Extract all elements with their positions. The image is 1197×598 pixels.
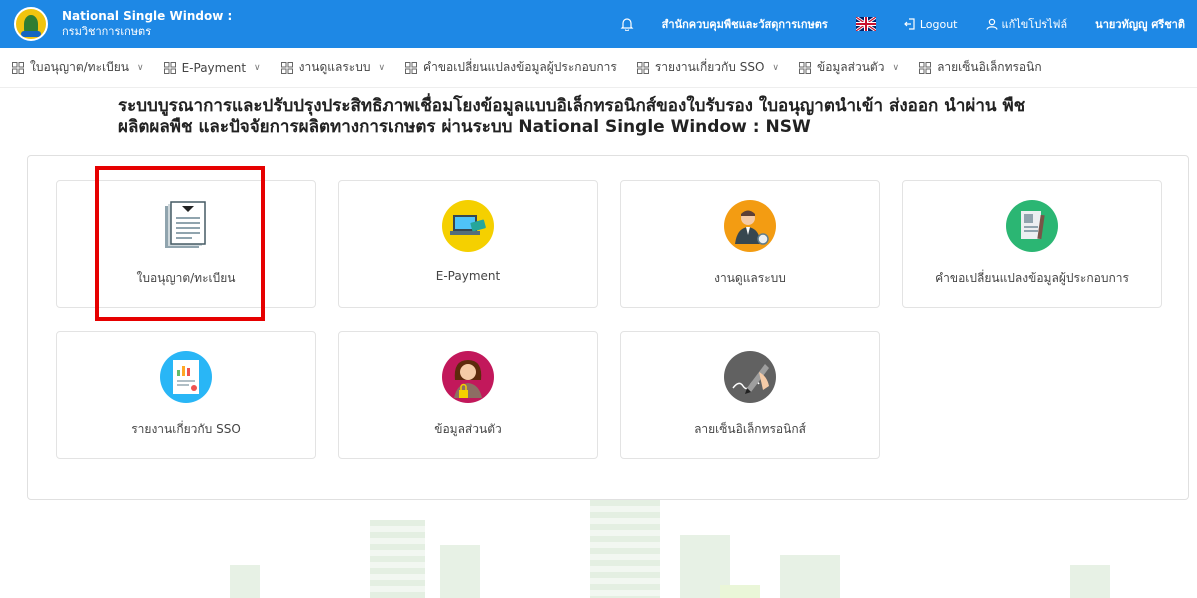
e-signature-icon bbox=[723, 350, 777, 404]
tile-label: คำขอเปลี่ยนแปลงข้อมูลผู้ประกอบการ bbox=[935, 271, 1129, 285]
menu-item-change-request[interactable]: คำขอเปลี่ยนแปลงข้อมูลผู้ประกอบการ bbox=[405, 58, 617, 77]
grid-icon bbox=[163, 61, 176, 74]
department-logo-icon bbox=[14, 7, 48, 41]
edit-profile-label: แก้ไขโปรไฟล์ bbox=[1001, 18, 1068, 31]
personal-info-icon bbox=[441, 350, 495, 404]
background-skyline-decoration bbox=[0, 495, 1197, 598]
tile-sso-report[interactable]: รายงานเกี่ยวกับ SSO bbox=[56, 331, 316, 459]
logout-link[interactable]: Logout bbox=[903, 17, 958, 31]
grid-icon bbox=[405, 61, 418, 74]
highlight-box bbox=[95, 166, 265, 321]
logout-label: Logout bbox=[919, 17, 958, 31]
epayment-laptop-icon bbox=[441, 199, 495, 253]
menu-label: E-Payment bbox=[181, 60, 247, 75]
top-header-bar: National Single Window : กรมวิชาการเกษตร… bbox=[0, 0, 1197, 48]
menu-label: ลายเซ็นอิเล็กทรอนิก bbox=[937, 60, 1042, 74]
report-chart-icon bbox=[159, 350, 213, 404]
grid-icon bbox=[12, 61, 24, 74]
tile-label: E-Payment bbox=[435, 269, 501, 283]
header-actions: สำนักควบคุมพืชและวัสดุการเกษตร Logout แก… bbox=[592, 0, 1197, 48]
bell-icon[interactable] bbox=[620, 17, 634, 32]
menu-item-e-signature[interactable]: ลายเซ็นอิเล็กทรอนิก bbox=[919, 58, 1042, 77]
menu-item-personal-info[interactable]: ข้อมูลส่วนตัว ∨ bbox=[798, 58, 900, 77]
chevron-down-icon: ∨ bbox=[892, 62, 900, 73]
menu-item-sso-report[interactable]: รายงานเกี่ยวกับ SSO ∨ bbox=[636, 58, 779, 77]
change-request-icon bbox=[1005, 199, 1059, 253]
tile-epayment[interactable]: E-Payment bbox=[338, 180, 598, 308]
chevron-down-icon: ∨ bbox=[378, 62, 386, 73]
admin-user-icon bbox=[723, 199, 777, 253]
grid-icon bbox=[798, 61, 811, 74]
grid-icon bbox=[919, 61, 932, 74]
grid-icon bbox=[636, 61, 649, 74]
menu-label: ใบอนุญาต/ทะเบียน bbox=[30, 60, 129, 74]
brand-subtitle: กรมวิชาการเกษตร bbox=[62, 25, 152, 38]
tile-label: งานดูแลระบบ bbox=[714, 271, 786, 285]
menu-label: งานดูแลระบบ bbox=[298, 60, 371, 74]
brand[interactable]: National Single Window : กรมวิชาการเกษตร bbox=[14, 7, 232, 41]
main-menu: ใบอนุญาต/ทะเบียน ∨ E-Payment ∨ งานดูแลระ… bbox=[0, 48, 1197, 88]
page-title-line-2: ผลิตผลพืช และปัจจัยการผลิตทางการเกษตร ผ่… bbox=[118, 117, 811, 137]
brand-title: National Single Window : bbox=[62, 9, 233, 23]
user-icon bbox=[985, 18, 998, 30]
tile-admin[interactable]: งานดูแลระบบ bbox=[620, 180, 880, 308]
edit-profile-link[interactable]: แก้ไขโปรไฟล์ bbox=[985, 15, 1068, 33]
tile-label: ลายเซ็นอิเล็กทรอนิกส์ bbox=[694, 422, 806, 436]
tile-e-signature[interactable]: ลายเซ็นอิเล็กทรอนิกส์ bbox=[620, 331, 880, 459]
org-link[interactable]: สำนักควบคุมพืชและวัสดุการเกษตร bbox=[662, 15, 828, 33]
grid-icon bbox=[280, 61, 293, 74]
brand-text: National Single Window : กรมวิชาการเกษตร bbox=[62, 9, 232, 39]
page-title-line-1: ระบบบูรณาการและปรับปรุงประสิทธิภาพเชื่อม… bbox=[118, 96, 1026, 116]
menu-label: ข้อมูลส่วนตัว bbox=[816, 60, 885, 74]
chevron-down-icon: ∨ bbox=[254, 62, 261, 73]
menu-item-admin[interactable]: งานดูแลระบบ ∨ bbox=[280, 58, 386, 77]
menu-item-license[interactable]: ใบอนุญาต/ทะเบียน ∨ bbox=[12, 58, 144, 77]
menu-label: คำขอเปลี่ยนแปลงข้อมูลผู้ประกอบการ bbox=[423, 60, 617, 74]
page-title: ระบบบูรณาการและปรับปรุงประสิทธิภาพเชื่อม… bbox=[118, 96, 1178, 138]
tile-change-request[interactable]: คำขอเปลี่ยนแปลงข้อมูลผู้ประกอบการ bbox=[902, 180, 1162, 308]
menu-label: รายงานเกี่ยวกับ SSO bbox=[654, 60, 765, 74]
logout-icon bbox=[903, 18, 915, 30]
tile-personal-info[interactable]: ข้อมูลส่วนตัว bbox=[338, 331, 598, 459]
user-name[interactable]: นายวทัญญู ศรีชาติ bbox=[1095, 15, 1185, 33]
tile-label: ข้อมูลส่วนตัว bbox=[434, 422, 502, 436]
chevron-down-icon: ∨ bbox=[137, 62, 144, 73]
tile-label: รายงานเกี่ยวกับ SSO bbox=[131, 422, 241, 436]
chevron-down-icon: ∨ bbox=[772, 62, 779, 73]
menu-item-epayment[interactable]: E-Payment ∨ bbox=[163, 60, 261, 75]
uk-flag-icon[interactable] bbox=[854, 15, 877, 33]
